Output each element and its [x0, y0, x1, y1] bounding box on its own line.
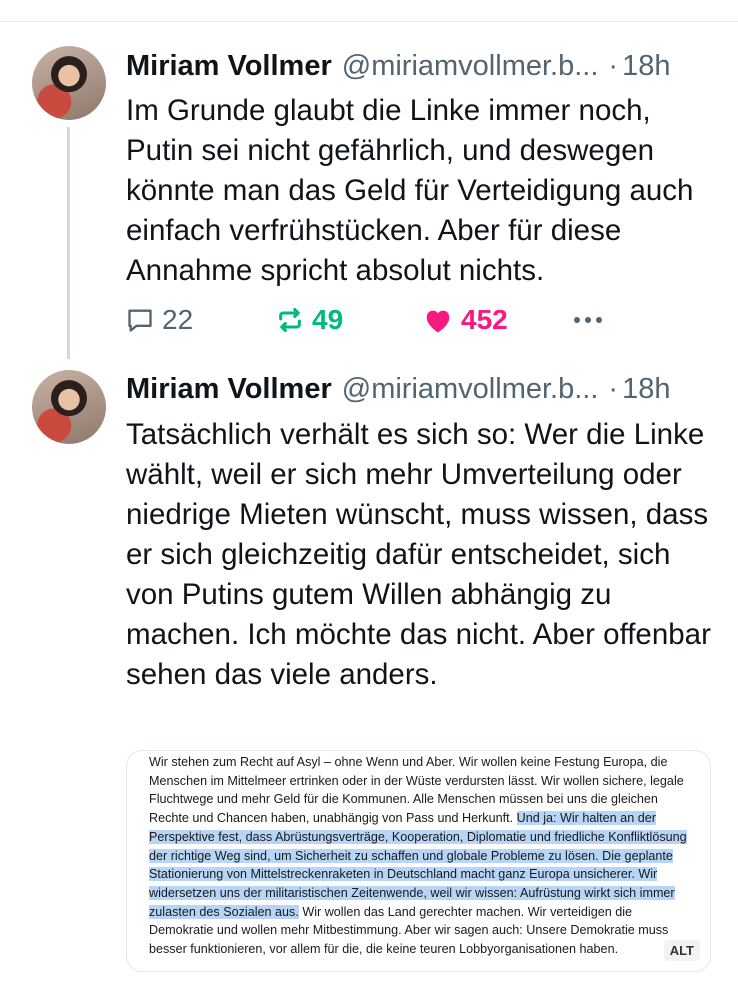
- timestamp[interactable]: 18h: [622, 373, 670, 406]
- reply-count: 22: [162, 304, 194, 335]
- separator-dot: ·: [608, 50, 619, 82]
- separator-dot: ·: [608, 373, 619, 405]
- reply-button[interactable]: 22: [126, 300, 193, 340]
- post-header: Miriam Vollmer @miriamvollmer.b... · 18h: [126, 50, 670, 86]
- post-header: Miriam Vollmer @miriamvollmer.b... · 18h: [126, 373, 670, 409]
- repost-button[interactable]: 49: [276, 300, 343, 340]
- post-text: Tatsächlich verhält es sich so: Wer die …: [126, 418, 711, 691]
- timestamp[interactable]: 18h: [622, 50, 670, 83]
- top-divider: [0, 21, 738, 22]
- action-bar: 22 49 452: [126, 300, 686, 340]
- alt-text-badge[interactable]: ALT: [663, 940, 700, 961]
- repost-count: 49: [312, 304, 344, 335]
- author-name[interactable]: Miriam Vollmer: [126, 373, 332, 406]
- heart-icon: [426, 310, 450, 333]
- more-icon[interactable]: [574, 317, 602, 323]
- avatar[interactable]: [32, 46, 106, 120]
- highlighted-passage: Und ja: Wir halten an der Perspektive fe…: [149, 811, 687, 919]
- document-text: Wir stehen zum Recht auf Asyl – ohne Wen…: [149, 753, 694, 959]
- thread-line: [67, 127, 70, 359]
- like-count: 452: [461, 304, 508, 335]
- repost-icon: [279, 307, 301, 333]
- reply-icon: [128, 309, 152, 332]
- post-text: Im Grunde glaubt die Linke immer noch, P…: [126, 94, 694, 287]
- like-button[interactable]: 452: [423, 300, 508, 340]
- author-handle[interactable]: @miriamvollmer.b...: [342, 50, 599, 83]
- author-name[interactable]: Miriam Vollmer: [126, 50, 332, 83]
- embedded-image[interactable]: Wir stehen zum Recht auf Asyl – ohne Wen…: [126, 750, 711, 972]
- author-handle[interactable]: @miriamvollmer.b...: [342, 373, 599, 406]
- avatar[interactable]: [32, 370, 106, 444]
